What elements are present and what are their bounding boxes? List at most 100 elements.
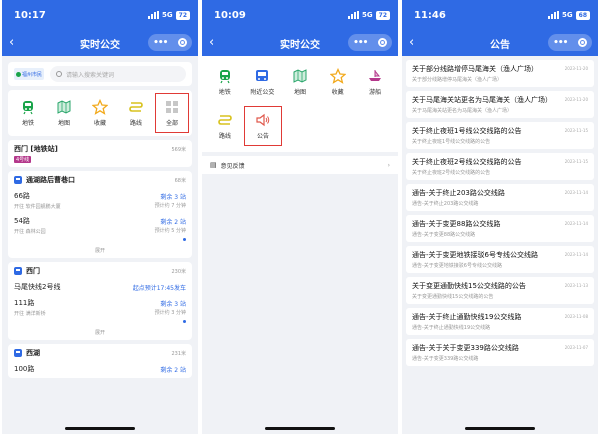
func-route[interactable]: 路线 xyxy=(206,106,244,146)
quick-route[interactable]: 路线 xyxy=(119,93,153,133)
quick-metro[interactable]: 地铁 xyxy=(11,93,45,133)
stop-distance: 230米 xyxy=(171,268,186,275)
bus-line-row[interactable]: 66路 剩余 3 站 开往 软件园舰鹏大厦 预计约 7 分钟 xyxy=(14,191,186,210)
expand-button[interactable]: 展开 xyxy=(14,247,186,254)
home-indicator xyxy=(465,427,535,430)
more-icon[interactable]: ••• xyxy=(553,38,568,48)
signal-icon xyxy=(548,11,560,19)
map-icon xyxy=(293,69,307,83)
expand-button[interactable]: 展开 xyxy=(14,329,186,336)
signal-icon xyxy=(348,11,360,19)
stop-name: 西湖 xyxy=(26,349,40,357)
home-indicator xyxy=(65,427,135,430)
announcement-item[interactable]: 关于终止夜班2号线公交线路的公告 2023-11-15 关于终止夜班2号线公交线路的… xyxy=(406,153,594,180)
func-metro[interactable]: 地铁 xyxy=(206,62,244,102)
star-icon xyxy=(329,68,346,84)
more-icon[interactable]: ••• xyxy=(153,38,168,48)
announcement-item[interactable]: 通告-关于变更地铁接驳6号专线公交线路 2023-11-14 通告-关于变更地铁接驳… xyxy=(406,246,594,273)
quick-favorites[interactable]: 收藏 xyxy=(83,93,117,133)
station-distance: 569米 xyxy=(171,146,186,153)
network-label: 5G xyxy=(162,11,173,19)
status-time: 10:17 xyxy=(14,9,46,21)
nav-bar: ‹ 公告 ••• xyxy=(402,30,598,56)
more-icon[interactable]: ••• xyxy=(353,38,368,48)
back-icon[interactable]: ‹ xyxy=(209,35,214,50)
status-bar: 10:09 5G 72 xyxy=(202,0,398,30)
func-announcements[interactable]: 公告 xyxy=(244,106,282,146)
metro-icon xyxy=(219,70,230,84)
close-target-icon[interactable] xyxy=(377,38,387,47)
func-map[interactable]: 地图 xyxy=(281,62,319,102)
announcement-item[interactable]: 通告-关于终止通勤快线19公交线路 2023-11-08 通告-关于终止通勤快线19… xyxy=(406,308,594,335)
live-dot xyxy=(183,238,186,241)
bus-stop-card: 西湖 231米 100路 剩余 2 站 xyxy=(8,344,192,378)
grid-icon xyxy=(166,101,178,113)
quick-all[interactable]: 全部 xyxy=(155,93,189,133)
bus-stop-card: 通湖路后曹巷口 68米 66路 剩余 3 站 开往 软件园舰鹏大厦 预计约 7 分钟… xyxy=(8,171,192,258)
bus-line-row[interactable]: 54路 剩余 2 站 开往 森林公园 预计约 5 分钟 xyxy=(14,216,186,243)
func-nearby-bus[interactable]: 附近公交 xyxy=(244,62,282,102)
speaker-icon xyxy=(256,113,270,127)
signal-icon xyxy=(148,11,160,19)
battery-icon: 72 xyxy=(175,10,190,20)
miniapp-capsule[interactable]: ••• xyxy=(148,34,192,51)
announcement-item[interactable]: 关于终止夜班1号线公交线路的公告 2023-11-15 关于终止夜班1号线公交线路的… xyxy=(406,122,594,149)
battery-icon: 72 xyxy=(375,10,390,20)
func-boat[interactable]: 游船 xyxy=(356,62,394,102)
route-icon xyxy=(129,102,143,112)
battery-icon: 68 xyxy=(575,10,590,20)
announcement-item[interactable]: 关于部分线路增停马尾海关（渔人广场） 2023-11-20 关于部分线路增停马尾海关… xyxy=(406,60,594,87)
quick-actions: 地铁 地图 收藏 路线 全部 xyxy=(8,90,192,136)
screen-all-functions: 10:09 5G 72 ‹ 实时公交 ••• 地铁 附近公交 地图 收藏 游船 … xyxy=(202,0,398,434)
announcement-item[interactable]: 通告-关于终止203路公交线路 2023-11-14 通告-关于终止203路公交线路 xyxy=(406,184,594,211)
quick-map[interactable]: 地图 xyxy=(47,93,81,133)
metro-icon xyxy=(23,101,33,115)
announcement-item[interactable]: 通告-关于关于变更339路公交线路 2023-11-07 通告-关于变更339路公交… xyxy=(406,339,594,366)
network-label: 5G xyxy=(362,11,373,19)
search-icon xyxy=(56,71,62,77)
live-dot xyxy=(183,320,186,323)
stop-distance: 68米 xyxy=(174,177,186,184)
app-logo: 福州市民 xyxy=(14,68,44,80)
status-time: 10:09 xyxy=(214,9,246,21)
close-target-icon[interactable] xyxy=(577,38,587,47)
back-icon[interactable]: ‹ xyxy=(409,35,414,50)
screen-announcements: 11:46 5G 68 ‹ 公告 ••• 关于部分线路增停马尾海关（渔人广场） 2… xyxy=(402,0,598,434)
network-label: 5G xyxy=(562,11,573,19)
announcement-item[interactable]: 关于变更通勤快线15公交线路的公告 2023-11-13 关于变更通勤快线15公交线… xyxy=(406,277,594,304)
announcement-item[interactable]: 关于马尾海关站更名为马尾海关（渔人广场） 2023-11-20 关于马尾海关站更名为… xyxy=(406,91,594,118)
page-title: 公告 xyxy=(490,39,510,51)
feedback-icon: ▤ xyxy=(210,161,217,169)
status-bar: 10:17 5G 72 xyxy=(2,0,198,30)
map-icon xyxy=(57,100,71,114)
announcement-list: 关于部分线路增停马尾海关（渔人广场） 2023-11-20 关于部分线路增停马尾海关… xyxy=(402,56,598,366)
status-bar: 11:46 5G 68 xyxy=(402,0,598,30)
bus-line-row[interactable]: 马尾快线2号线 起点预计17:45发车 xyxy=(14,282,186,292)
stop-name: 西门 xyxy=(26,267,40,275)
screen-bus-home: 10:17 5G 72 ‹ 实时公交 ••• 福州市民 请输入搜索关键词 地铁 … xyxy=(2,0,198,434)
stop-distance: 231米 xyxy=(171,350,186,357)
miniapp-capsule[interactable]: ••• xyxy=(548,34,592,51)
bus-stop-icon xyxy=(14,176,22,184)
close-target-icon[interactable] xyxy=(177,38,187,47)
back-icon[interactable]: ‹ xyxy=(9,35,14,50)
feedback-row[interactable]: ▤ 意见反馈 › xyxy=(202,156,398,174)
nav-bar: ‹ 实时公交 ••• xyxy=(202,30,398,56)
bus-stop-icon xyxy=(14,349,22,357)
metro-line-tag: 4号线 xyxy=(14,156,32,163)
metro-station-card[interactable]: 西门 [地铁站] 569米 4号线 xyxy=(8,140,192,167)
station-name: 西门 [地铁站] xyxy=(14,145,58,153)
stop-name: 通湖路后曹巷口 xyxy=(26,176,75,184)
miniapp-capsule[interactable]: ••• xyxy=(348,34,392,51)
bus-stop-card: 西门 230米 马尾快线2号线 起点预计17:45发车 111路 剩余 3 站 开往… xyxy=(8,262,192,340)
search-placeholder: 请输入搜索关键词 xyxy=(66,71,115,79)
status-time: 11:46 xyxy=(414,9,446,21)
bus-line-row[interactable]: 111路 剩余 3 站 开往 满洋新桥 预计约 3 分钟 xyxy=(14,298,186,325)
nav-bar: ‹ 实时公交 ••• xyxy=(2,30,198,56)
bus-line-row[interactable]: 100路 剩余 2 站 xyxy=(14,364,186,374)
search-input[interactable]: 请输入搜索关键词 xyxy=(50,66,186,82)
announcement-item[interactable]: 通告-关于变更88路公交线路 2023-11-14 通告-关于变更88路公交线路 xyxy=(406,215,594,242)
func-favorites[interactable]: 收藏 xyxy=(319,62,357,102)
boat-icon xyxy=(369,70,382,81)
chevron-right-icon: › xyxy=(387,161,390,169)
